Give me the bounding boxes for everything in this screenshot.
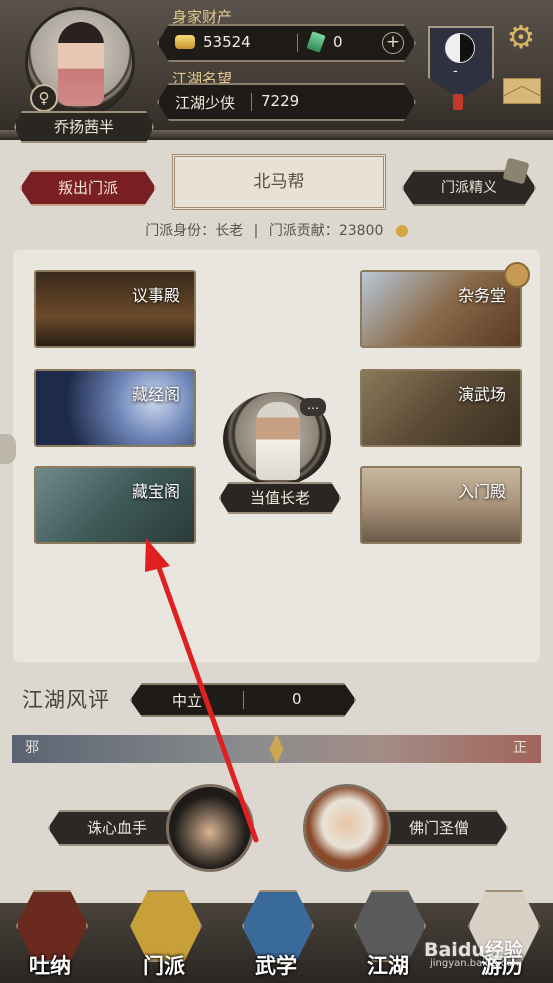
red-arrow-annotation	[145, 538, 259, 843]
arrow-shaft	[154, 559, 259, 843]
arrow-head	[145, 538, 170, 572]
